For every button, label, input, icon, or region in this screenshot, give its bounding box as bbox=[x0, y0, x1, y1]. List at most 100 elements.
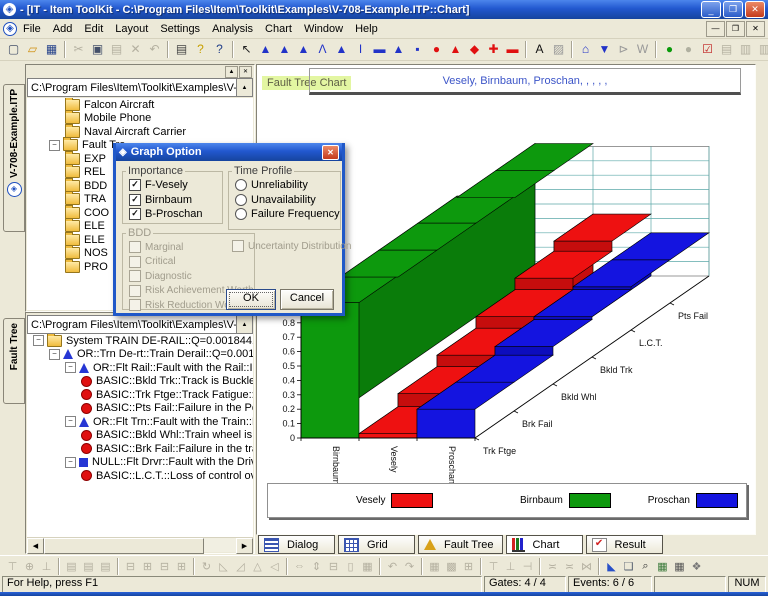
dialog-title-bar[interactable]: ◈ Graph Option ✕ bbox=[116, 143, 342, 161]
mdi-minimize-button[interactable]: — bbox=[706, 21, 725, 37]
dialog-close-icon[interactable]: ✕ bbox=[322, 145, 339, 160]
fault-tree-vertical-tab[interactable]: Fault Tree bbox=[3, 318, 25, 404]
mdi-close-button[interactable]: ✕ bbox=[746, 21, 765, 37]
fault-tree-hscrollbar[interactable]: ◀ ▶ bbox=[27, 537, 253, 552]
expand-toggle-icon[interactable]: − bbox=[49, 349, 60, 360]
pane-close-icon[interactable]: ✕ bbox=[239, 66, 252, 78]
restore-button[interactable]: ❐ bbox=[723, 1, 743, 18]
project-icon[interactable]: ⌂ bbox=[576, 40, 595, 58]
help-icon[interactable]: ? bbox=[191, 40, 210, 58]
menu-item-add[interactable]: Add bbox=[47, 21, 79, 37]
picture-icon[interactable]: ▨ bbox=[549, 40, 568, 58]
save-icon[interactable]: ▦ bbox=[42, 40, 61, 58]
tree-row[interactable]: BASIC::Trk Ftge::Track Fatigue::Q=1.25 bbox=[27, 388, 253, 402]
view-tab-fault-tree[interactable]: Fault Tree bbox=[418, 535, 503, 554]
scroll-thumb[interactable] bbox=[44, 538, 204, 554]
window-view-icon[interactable]: ❑ bbox=[620, 557, 637, 575]
scroll-left-icon[interactable]: ◀ bbox=[27, 538, 44, 554]
gate-misc-icon[interactable]: ▲ bbox=[389, 40, 408, 58]
tree-row[interactable]: BASIC::Pts Fail::Failure in the Points::… bbox=[27, 402, 253, 416]
analyze-off-icon[interactable]: ● bbox=[679, 40, 698, 58]
tree-row[interactable]: BASIC::L.C.T.::Loss of control over the bbox=[27, 469, 253, 483]
expand-toggle-icon[interactable]: − bbox=[65, 362, 76, 373]
project-path-dropdown-icon[interactable]: ▲ bbox=[236, 79, 252, 96]
checkbox-icon[interactable]: ✓ bbox=[129, 179, 141, 191]
radio-icon[interactable] bbox=[235, 194, 247, 206]
uncertainty-option[interactable]: Uncertainty Distribution bbox=[232, 239, 351, 254]
menu-item-file[interactable]: File bbox=[17, 21, 47, 37]
tree-row[interactable]: −System TRAIN DE-RAIL::Q=0.0018441493::W… bbox=[27, 334, 253, 348]
tree-row[interactable]: Naval Aircraft Carrier bbox=[27, 125, 253, 139]
project-vertical-tab[interactable]: V-708-Example.ITP ◈ bbox=[3, 84, 25, 232]
tree-row[interactable]: −OR::Trn De-rt::Train Derail::Q=0.001844… bbox=[27, 348, 253, 362]
or-gate-icon[interactable]: ▲ bbox=[275, 40, 294, 58]
open-icon[interactable]: ▱ bbox=[23, 40, 42, 58]
unreliability-option[interactable]: Unreliability bbox=[235, 178, 340, 193]
expand-toggle-icon[interactable]: − bbox=[65, 457, 76, 468]
analyze-on-icon[interactable]: ● bbox=[660, 40, 679, 58]
zoom-sail-icon[interactable]: ◣ bbox=[603, 557, 620, 575]
minimize-button[interactable]: _ bbox=[701, 1, 721, 18]
menu-item-layout[interactable]: Layout bbox=[109, 21, 154, 37]
and-gate-icon[interactable]: ▲ bbox=[256, 40, 275, 58]
ok-button[interactable]: OK bbox=[226, 289, 276, 310]
vote-gate-icon[interactable]: Ι bbox=[351, 40, 370, 58]
menu-item-settings[interactable]: Settings bbox=[154, 21, 206, 37]
tree-row[interactable]: BASIC::Bkld Whl::Train wheel is buckle bbox=[27, 429, 253, 443]
tree-row[interactable]: −OR::Flt Rail::Fault with the Rail::IE bbox=[27, 361, 253, 375]
failure-frequency-option[interactable]: Failure Frequency bbox=[235, 207, 340, 222]
view-tab-grid[interactable]: Grid bbox=[338, 535, 415, 554]
verify-icon[interactable]: ☑ bbox=[698, 40, 717, 58]
tree-row[interactable]: −NULL::Flt Drvr::Fault with the Driver::… bbox=[27, 456, 253, 470]
basic-event-icon[interactable]: ● bbox=[427, 40, 446, 58]
mdi-restore-button[interactable]: ❐ bbox=[726, 21, 745, 37]
menu-item-help[interactable]: Help bbox=[349, 21, 384, 37]
checkbox-icon[interactable]: ✓ bbox=[129, 208, 141, 220]
radio-icon[interactable] bbox=[235, 208, 247, 220]
select-arrow-icon[interactable]: ↖ bbox=[237, 40, 256, 58]
xor-gate-icon[interactable]: ▲ bbox=[332, 40, 351, 58]
copy-icon[interactable]: ▣ bbox=[88, 40, 107, 58]
priority-gate-icon[interactable]: Λ bbox=[313, 40, 332, 58]
checkbox-icon[interactable]: ✓ bbox=[129, 194, 141, 206]
word-export-icon[interactable]: W bbox=[633, 40, 652, 58]
birnbaum-option[interactable]: ✓Birnbaum bbox=[129, 193, 222, 208]
pane-gray-icon[interactable]: ▦ bbox=[671, 557, 688, 575]
tree-row[interactable]: Mobile Phone bbox=[27, 112, 253, 126]
conditional-event-icon[interactable]: ◆ bbox=[465, 40, 484, 58]
expand-toggle-icon[interactable]: − bbox=[65, 416, 76, 427]
cancel-button[interactable]: Cancel bbox=[280, 289, 334, 310]
magnifier-icon[interactable]: ⌕ bbox=[637, 557, 654, 575]
oval-event-icon[interactable]: ▬ bbox=[503, 40, 522, 58]
house-event-icon[interactable]: ✚ bbox=[484, 40, 503, 58]
menu-item-window[interactable]: Window bbox=[298, 21, 349, 37]
menu-item-edit[interactable]: Edit bbox=[78, 21, 109, 37]
null-gate-icon[interactable]: ▪ bbox=[408, 40, 427, 58]
text-label-icon[interactable]: A bbox=[530, 40, 549, 58]
print-icon[interactable]: ▤ bbox=[172, 40, 191, 58]
tree-row[interactable]: BASIC::Bkld Trk::Track is Buckled::Q=C bbox=[27, 375, 253, 389]
transfer-gate-icon[interactable]: ▬ bbox=[370, 40, 389, 58]
new-icon[interactable]: ▢ bbox=[4, 40, 23, 58]
menu-item-chart[interactable]: Chart bbox=[259, 21, 298, 37]
unavailability-option[interactable]: Unavailability bbox=[235, 193, 340, 208]
view-tab-result[interactable]: Result bbox=[586, 535, 663, 554]
funnel-icon[interactable]: ▼ bbox=[595, 40, 614, 58]
expand-toggle-icon[interactable]: − bbox=[33, 335, 44, 346]
undeveloped-event-icon[interactable]: ▲ bbox=[446, 40, 465, 58]
tree-row[interactable]: BASIC::Brk Fail::Failure in the train br… bbox=[27, 442, 253, 456]
b-proschan-option[interactable]: ✓B-Proschan bbox=[129, 207, 222, 222]
view-tab-dialog[interactable]: Dialog bbox=[258, 535, 335, 554]
tree-row[interactable]: −OR::Flt Trn::Fault with the Train::IE bbox=[27, 415, 253, 429]
uncertainty-checkbox[interactable] bbox=[232, 240, 244, 252]
f-vesely-option[interactable]: ✓F-Vesely bbox=[129, 178, 222, 193]
tree-row[interactable]: Falcon Aircraft bbox=[27, 98, 253, 112]
view-tab-chart[interactable]: Chart bbox=[506, 535, 583, 554]
menu-item-analysis[interactable]: Analysis bbox=[206, 21, 259, 37]
scroll-right-icon[interactable]: ▶ bbox=[236, 538, 253, 554]
expand-toggle-icon[interactable]: − bbox=[49, 140, 60, 151]
pan-hand-icon[interactable]: ❖ bbox=[688, 557, 705, 575]
radio-icon[interactable] bbox=[235, 179, 247, 191]
inhibit-gate-icon[interactable]: ▲ bbox=[294, 40, 313, 58]
pane-green-icon[interactable]: ▦ bbox=[654, 557, 671, 575]
